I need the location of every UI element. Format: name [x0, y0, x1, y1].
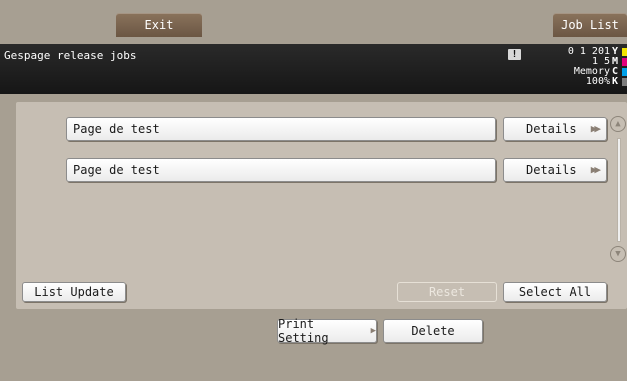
reset-button: Reset [397, 282, 497, 302]
toner-levels: Y M C K [612, 47, 627, 87]
toner-m-swatch [622, 58, 627, 66]
toner-k-swatch [622, 78, 627, 86]
details-label: Details [526, 122, 577, 136]
memory-value: 100% [585, 76, 610, 87]
job-name: Page de test [73, 163, 160, 177]
delete-button[interactable]: Delete [383, 319, 483, 343]
header-bar: Gespage release jobs ! 0 1 201 1 5 Memor… [0, 44, 627, 94]
job-name: Page de test [73, 122, 160, 136]
print-setting-button[interactable]: Print Setting ▶ [277, 317, 377, 345]
job-row[interactable]: Page de test [66, 117, 496, 141]
job-row[interactable]: Page de test [66, 158, 496, 182]
job-list-button[interactable]: Job List [553, 13, 627, 37]
exit-button[interactable]: Exit [116, 13, 202, 37]
details-button[interactable]: Details ▶▶ [503, 117, 607, 141]
arrow-right-icon: ▶ [370, 326, 376, 336]
details-button[interactable]: Details ▶▶ [503, 158, 607, 182]
double-arrow-right-icon: ▶▶ [590, 163, 601, 176]
toner-y-swatch [622, 48, 627, 56]
double-arrow-right-icon: ▶▶ [590, 122, 601, 135]
counter-display: 0 1 201 1 5 Memory 100% [540, 47, 610, 87]
scroll-down-icon[interactable]: ▼ [610, 246, 626, 262]
print-setting-label: Print Setting [278, 317, 329, 345]
list-update-button[interactable]: List Update [22, 282, 126, 302]
toner-c-swatch [622, 68, 627, 76]
select-all-button[interactable]: Select All [503, 282, 607, 302]
exclamation-icon[interactable]: ! [508, 49, 521, 60]
top-bar: Exit Job List [0, 0, 627, 44]
toner-k-letter: K [612, 76, 619, 87]
scrollbar[interactable] [617, 138, 621, 242]
details-label: Details [526, 163, 577, 177]
page-title: Gespage release jobs [4, 49, 137, 62]
toner-k: K [612, 77, 627, 87]
scroll-up-icon[interactable]: ▲ [610, 116, 626, 132]
